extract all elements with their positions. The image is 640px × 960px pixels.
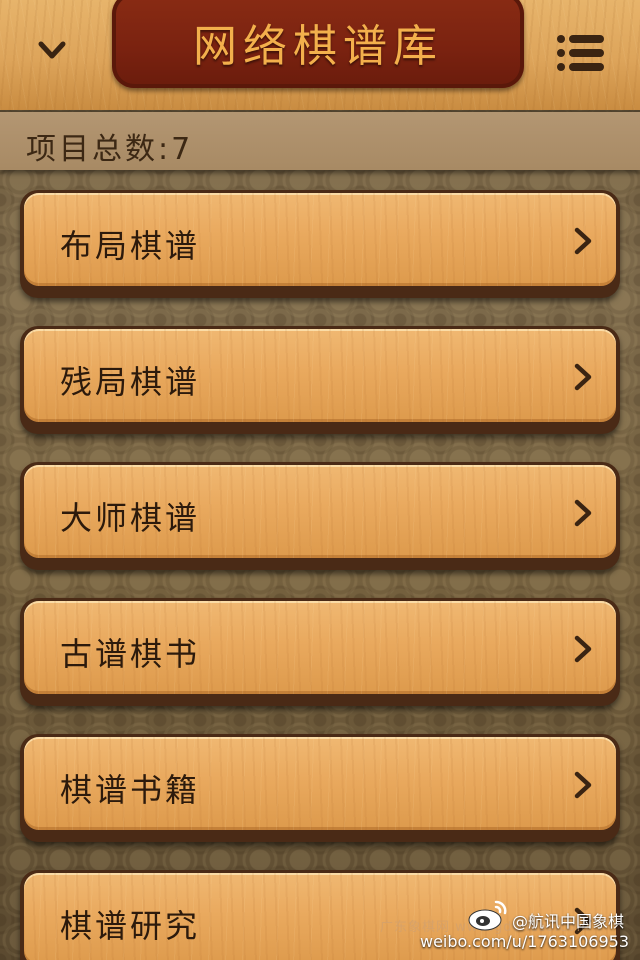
list-item-label: 残局棋谱 — [60, 363, 201, 401]
list-item-label: 棋谱书籍 — [60, 771, 201, 809]
chevron-right-icon — [574, 227, 592, 255]
list-item-label: 大师棋谱 — [60, 499, 201, 537]
list-item-label: 布局棋谱 — [60, 227, 201, 265]
category-list: 布局棋谱 残局棋谱 大师棋谱 古谱棋书 棋谱书籍 棋谱研究 — [0, 0, 640, 960]
list-item-books[interactable]: 棋谱书籍 — [20, 734, 620, 842]
list-item-ancient[interactable]: 古谱棋书 — [20, 598, 620, 706]
list-item-master[interactable]: 大师棋谱 — [20, 462, 620, 570]
list-item-endgame[interactable]: 残局棋谱 — [20, 326, 620, 434]
list-item-label: 棋谱研究 — [60, 907, 201, 945]
chevron-right-icon — [574, 771, 592, 799]
chevron-right-icon — [574, 499, 592, 527]
chevron-right-icon — [574, 635, 592, 663]
chevron-right-icon — [574, 907, 592, 935]
list-item-layout[interactable]: 布局棋谱 — [20, 190, 620, 298]
list-item-research[interactable]: 棋谱研究 — [20, 870, 620, 960]
list-item-label: 古谱棋书 — [60, 635, 201, 673]
chevron-right-icon — [574, 363, 592, 391]
